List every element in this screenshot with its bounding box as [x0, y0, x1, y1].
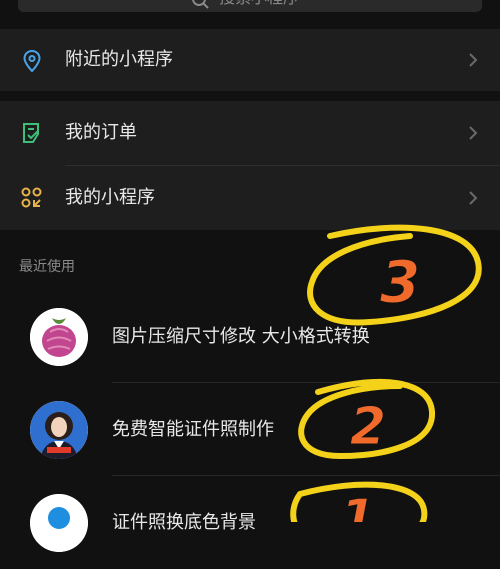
recent-app-name: 免费智能证件照制作	[112, 419, 274, 440]
recent-app-name: 图片压缩尺寸修改 大小格式转换	[112, 326, 370, 347]
recent-section-label: 最近使用	[19, 259, 75, 275]
recent-app-item[interactable]: 图片压缩尺寸修改 大小格式转换	[0, 291, 500, 383]
id-photo-avatar-icon	[30, 401, 88, 459]
search-input[interactable]: 搜索小程序	[18, 0, 482, 12]
menu-item-label: 我的订单	[65, 122, 137, 143]
menu-item-label: 我的小程序	[65, 187, 155, 208]
recent-app-item[interactable]: 免费智能证件照制作	[0, 384, 500, 476]
chevron-right-icon	[469, 53, 478, 67]
search-strip: 搜索小程序	[0, 0, 500, 14]
recent-app-name: 证件照换底色背景	[112, 512, 256, 533]
divider	[112, 475, 500, 476]
menu-item-label: 附近的小程序	[65, 49, 173, 70]
chevron-right-icon	[469, 126, 478, 140]
blue-person-icon	[30, 494, 88, 552]
order-list-icon	[23, 123, 39, 143]
menu-item-orders[interactable]: 我的订单	[0, 101, 500, 165]
menu-group: 我的订单 我的小程序	[0, 101, 500, 230]
menu-item-my-miniapps[interactable]: 我的小程序	[0, 166, 500, 230]
search-placeholder: 搜索小程序	[219, 0, 299, 8]
menu-item-nearby[interactable]: 附近的小程序	[0, 29, 500, 91]
chevron-right-icon	[469, 191, 478, 205]
divider	[112, 382, 500, 383]
search-icon	[192, 0, 209, 9]
location-pin-icon	[23, 49, 41, 73]
onion-logo-icon	[30, 308, 88, 366]
app-grid-icon	[21, 187, 42, 208]
recent-app-item[interactable]: 证件照换底色背景	[0, 477, 500, 569]
